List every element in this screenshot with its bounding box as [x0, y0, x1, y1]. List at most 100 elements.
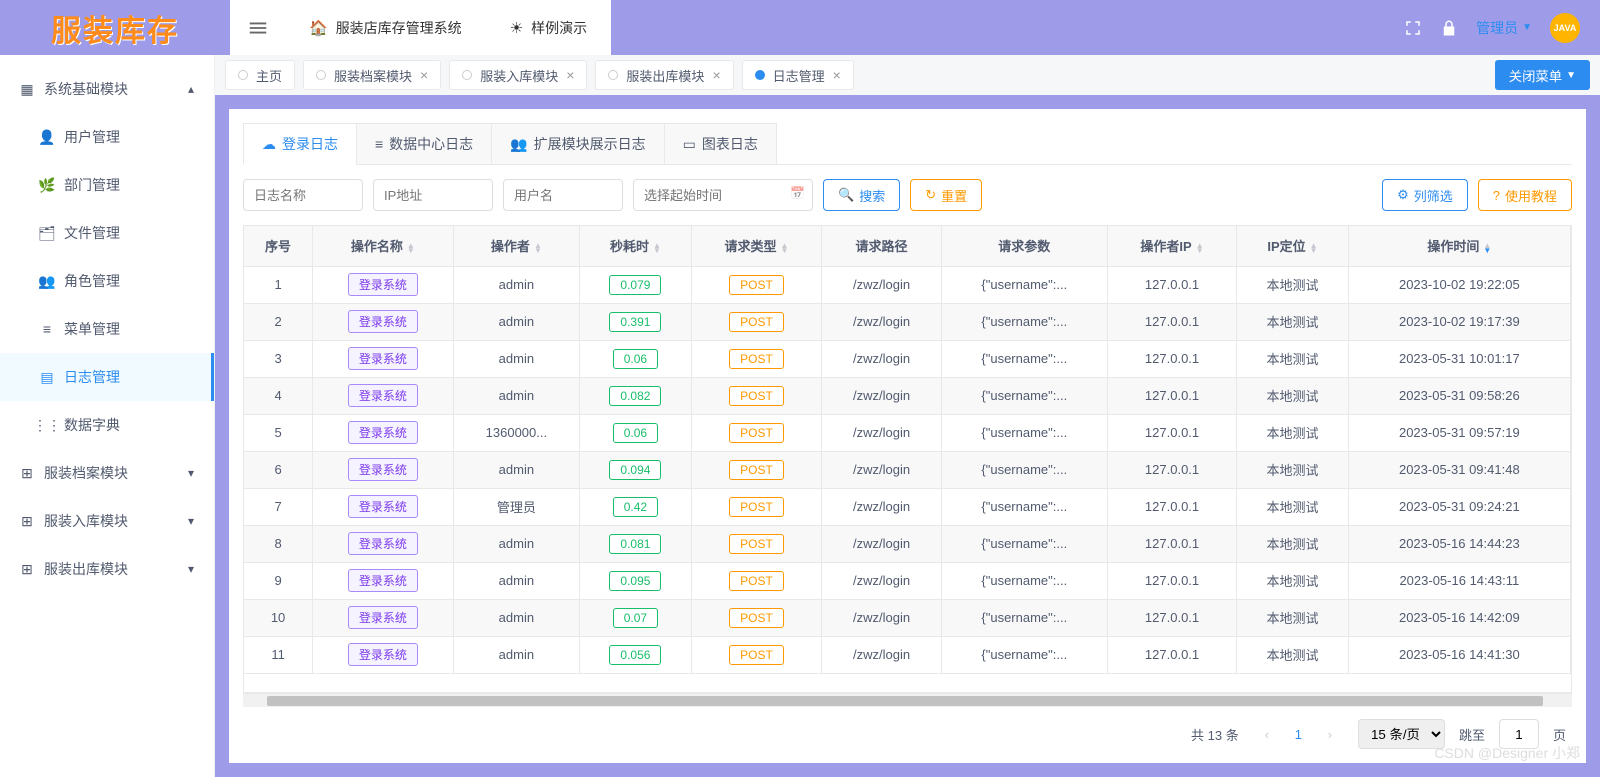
cell-time: 2023-05-16 14:41:30	[1348, 636, 1570, 673]
lock-icon[interactable]	[1440, 19, 1458, 37]
column-header[interactable]: IP定位▲▼	[1237, 226, 1348, 266]
next-page-button[interactable]: ›	[1316, 720, 1344, 748]
close-menu-button[interactable]: 关闭菜单 ▼	[1495, 60, 1590, 90]
cell-ip: 127.0.0.1	[1107, 488, 1236, 525]
op-tag: 登录系统	[348, 458, 418, 481]
cost-tag: 0.082	[609, 386, 661, 406]
horizontal-scrollbar[interactable]	[243, 693, 1572, 707]
table-row: 1 登录系统 admin 0.079 POST /zwz/login {"use…	[244, 266, 1571, 303]
type-tag: POST	[729, 312, 784, 332]
menu-toggle[interactable]	[230, 0, 285, 55]
table-row: 2 登录系统 admin 0.391 POST /zwz/login {"use…	[244, 303, 1571, 340]
sub-tab-icon: ▭	[683, 136, 696, 153]
cell-ip: 127.0.0.1	[1107, 599, 1236, 636]
cell-idx: 9	[244, 562, 313, 599]
op-tag: 登录系统	[348, 273, 418, 296]
cell-user: 管理员	[453, 488, 580, 525]
date-input[interactable]	[633, 179, 813, 211]
cost-tag: 0.095	[609, 571, 661, 591]
jump-input[interactable]	[1499, 719, 1539, 749]
guide-button[interactable]: ? 使用教程	[1478, 179, 1572, 211]
top-tab-1[interactable]: ☀样例演示	[486, 0, 611, 55]
op-tag: 登录系统	[348, 643, 418, 666]
sidebar-item-3[interactable]: 🗂文件管理	[0, 209, 214, 257]
top-tab-0[interactable]: 🏠服装店库存管理系统	[285, 0, 486, 55]
admin-dropdown[interactable]: 管理员 ▼	[1476, 18, 1532, 38]
sidebar-item-label: 用户管理	[64, 127, 120, 147]
column-header[interactable]: 操作时间▲▼	[1348, 226, 1570, 266]
tab-3[interactable]: 服装出库模块×	[595, 60, 733, 90]
sidebar-item-6[interactable]: ▤日志管理	[0, 353, 214, 401]
column-header[interactable]: 操作者▲▼	[453, 226, 580, 266]
sub-tab-1[interactable]: ≡数据中心日志	[356, 123, 492, 164]
sidebar-item-2[interactable]: 🌿部门管理	[0, 161, 214, 209]
close-icon[interactable]: ×	[420, 67, 428, 83]
sidebar-item-8[interactable]: ⊞服装档案模块▾	[0, 449, 214, 497]
cell-loc: 本地测试	[1237, 340, 1348, 377]
sub-tab-2[interactable]: 👥扩展模块展示日志	[491, 123, 664, 164]
op-tag: 登录系统	[348, 421, 418, 444]
sidebar-item-5[interactable]: ≡菜单管理	[0, 305, 214, 353]
column-header[interactable]: 请求类型▲▼	[691, 226, 822, 266]
column-header[interactable]: 操作名称▲▼	[313, 226, 453, 266]
sidebar-icon: 🌿	[40, 177, 54, 194]
cell-loc: 本地测试	[1237, 636, 1348, 673]
search-button[interactable]: 🔍 搜索	[823, 179, 900, 211]
sidebar-item-0[interactable]: ▦系统基础模块▴	[0, 65, 214, 113]
tab-0[interactable]: 主页	[225, 60, 295, 90]
fullscreen-icon[interactable]	[1404, 19, 1422, 37]
close-icon[interactable]: ×	[566, 67, 574, 83]
close-icon[interactable]: ×	[833, 67, 841, 83]
sidebar-item-10[interactable]: ⊞服装出库模块▾	[0, 545, 214, 593]
user-input[interactable]	[503, 179, 623, 211]
page-size-select[interactable]: 15 条/页	[1358, 719, 1445, 749]
cell-idx: 3	[244, 340, 313, 377]
tab-4[interactable]: 日志管理×	[742, 60, 854, 90]
cell-ip: 127.0.0.1	[1107, 303, 1236, 340]
sidebar-item-9[interactable]: ⊞服装入库模块▾	[0, 497, 214, 545]
table-row: 7 登录系统 管理员 0.42 POST /zwz/login {"userna…	[244, 488, 1571, 525]
cell-type: POST	[691, 636, 822, 673]
cell-loc: 本地测试	[1237, 451, 1348, 488]
cell-time: 2023-10-02 19:22:05	[1348, 266, 1570, 303]
cell-loc: 本地测试	[1237, 414, 1348, 451]
sub-tab-3[interactable]: ▭ 图表日志	[664, 123, 777, 164]
reset-icon: ↻	[925, 187, 936, 203]
cell-params: {"username":...	[941, 266, 1107, 303]
cell-params: {"username":...	[941, 377, 1107, 414]
cell-time: 2023-05-31 09:24:21	[1348, 488, 1570, 525]
column-header[interactable]: 操作者IP▲▼	[1107, 226, 1236, 266]
sub-tab-0[interactable]: ☁登录日志	[243, 123, 357, 165]
cell-user: admin	[453, 377, 580, 414]
cell-time: 2023-05-31 09:57:19	[1348, 414, 1570, 451]
sidebar-item-7[interactable]: ⋮⋮数据字典	[0, 401, 214, 449]
cell-op: 登录系统	[313, 599, 453, 636]
sidebar-item-label: 服装入库模块	[44, 511, 128, 531]
prev-page-button[interactable]: ‹	[1253, 720, 1281, 748]
java-badge: JAVA	[1550, 13, 1580, 43]
tab-2[interactable]: 服装入库模块×	[449, 60, 587, 90]
sort-icon: ▲▼	[1483, 243, 1491, 253]
column-filter-button[interactable]: ⚙ 列筛选	[1382, 179, 1468, 211]
log-name-input[interactable]	[243, 179, 363, 211]
sub-tab-label: 图表日志	[702, 134, 758, 154]
cell-cost: 0.081	[580, 525, 691, 562]
tab-1[interactable]: 服装档案模块×	[303, 60, 441, 90]
cell-cost: 0.07	[580, 599, 691, 636]
table-row: 9 登录系统 admin 0.095 POST /zwz/login {"use…	[244, 562, 1571, 599]
top-tab-label: 样例演示	[531, 18, 587, 38]
log-table: 序号操作名称▲▼操作者▲▼秒耗时▲▼请求类型▲▼请求路径请求参数操作者IP▲▼I…	[244, 226, 1571, 674]
sidebar-item-4[interactable]: 👥角色管理	[0, 257, 214, 305]
close-icon[interactable]: ×	[712, 67, 720, 83]
table-row: 3 登录系统 admin 0.06 POST /zwz/login {"user…	[244, 340, 1571, 377]
column-header[interactable]: 秒耗时▲▼	[580, 226, 691, 266]
sub-tab-label: 数据中心日志	[389, 134, 473, 154]
ip-input[interactable]	[373, 179, 493, 211]
sidebar-item-1[interactable]: 👤用户管理	[0, 113, 214, 161]
page-number[interactable]: 1	[1295, 727, 1302, 742]
cell-type: POST	[691, 562, 822, 599]
cell-params: {"username":...	[941, 599, 1107, 636]
table-row: 4 登录系统 admin 0.082 POST /zwz/login {"use…	[244, 377, 1571, 414]
reset-button[interactable]: ↻ 重置	[910, 179, 982, 211]
pagination: 共 13 条 ‹ 1 › 15 条/页 跳至 页	[243, 707, 1572, 749]
